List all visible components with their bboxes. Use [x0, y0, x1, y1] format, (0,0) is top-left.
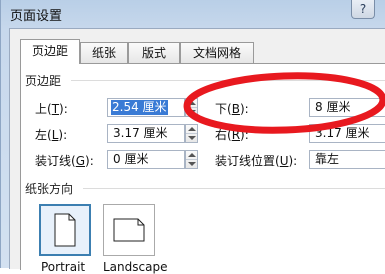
dialog-body: 页边距 纸张 版式 文档网格 页边距 上(T): 2.54 厘米 下(B): 8… [9, 28, 385, 274]
spin-down-icon [188, 136, 196, 140]
right-margin-label: 右(R): [215, 128, 249, 142]
margins-panel: 页边距 上(T): 2.54 厘米 下(B): 8 厘米 左(L): 3.17 … [20, 63, 385, 274]
landscape-label: Landscape [103, 260, 168, 274]
spin-up-icon [188, 101, 196, 105]
gutter-value: 0 厘米 [113, 152, 149, 166]
help-icon: ? [359, 2, 367, 16]
bottom-margin-label: 下(B): [215, 102, 249, 116]
spin-down-icon [188, 110, 196, 114]
tab-document-grid[interactable]: 文档网格 [180, 42, 254, 63]
tab-paper[interactable]: 纸张 [80, 42, 128, 63]
portrait-label: Portrait [41, 260, 86, 274]
help-button[interactable]: ? [351, 0, 375, 19]
right-margin-input[interactable]: 3.17 厘米 [309, 124, 385, 143]
landscape-button[interactable] [103, 204, 155, 256]
tab-layout[interactable]: 版式 [128, 42, 180, 63]
landscape-page-icon [113, 218, 145, 242]
right-margin-value: 3.17 厘米 [315, 126, 370, 140]
gutter-input[interactable]: 0 厘米 [107, 150, 185, 169]
page-setup-dialog: 页面设置 ? 页边距 纸张 版式 文档网格 页边距 上(T): 2.54 厘米 … [0, 0, 385, 274]
portrait-page-icon [54, 213, 76, 247]
top-margin-label: 上(T): [35, 102, 68, 116]
orientation-section-label: 纸张方向 [25, 182, 74, 196]
left-margin-spinner[interactable] [185, 124, 198, 143]
left-margin-input[interactable]: 3.17 厘米 [107, 124, 185, 143]
margins-section-label: 页边距 [25, 74, 62, 88]
gutter-position-value: 靠左 [315, 152, 340, 166]
left-margin-label: 左(L): [35, 128, 68, 142]
top-margin-input[interactable]: 2.54 厘米 [107, 98, 185, 117]
spin-up-icon [188, 153, 196, 157]
gutter-label: 装订线(G): [35, 154, 94, 168]
spin-up-icon [188, 127, 196, 131]
gutter-position-label: 装订线位置(U): [215, 154, 298, 168]
bottom-margin-input[interactable]: 8 厘米 [309, 98, 385, 117]
gutter-spinner[interactable] [185, 150, 198, 169]
portrait-button[interactable] [39, 204, 91, 256]
spin-down-icon [188, 162, 196, 166]
tab-margins[interactable]: 页边距 [20, 39, 80, 64]
title-bar: 页面设置 ? [1, 0, 385, 28]
dialog-title: 页面设置 [10, 9, 63, 24]
top-margin-value: 2.54 厘米 [111, 100, 168, 115]
left-margin-value: 3.17 厘米 [113, 126, 168, 140]
bottom-margin-value: 8 厘米 [315, 100, 351, 114]
top-margin-spinner[interactable] [185, 98, 198, 117]
orientation-divider [83, 188, 385, 189]
margins-divider [71, 80, 385, 81]
gutter-position-select[interactable]: 靠左 [309, 150, 385, 169]
